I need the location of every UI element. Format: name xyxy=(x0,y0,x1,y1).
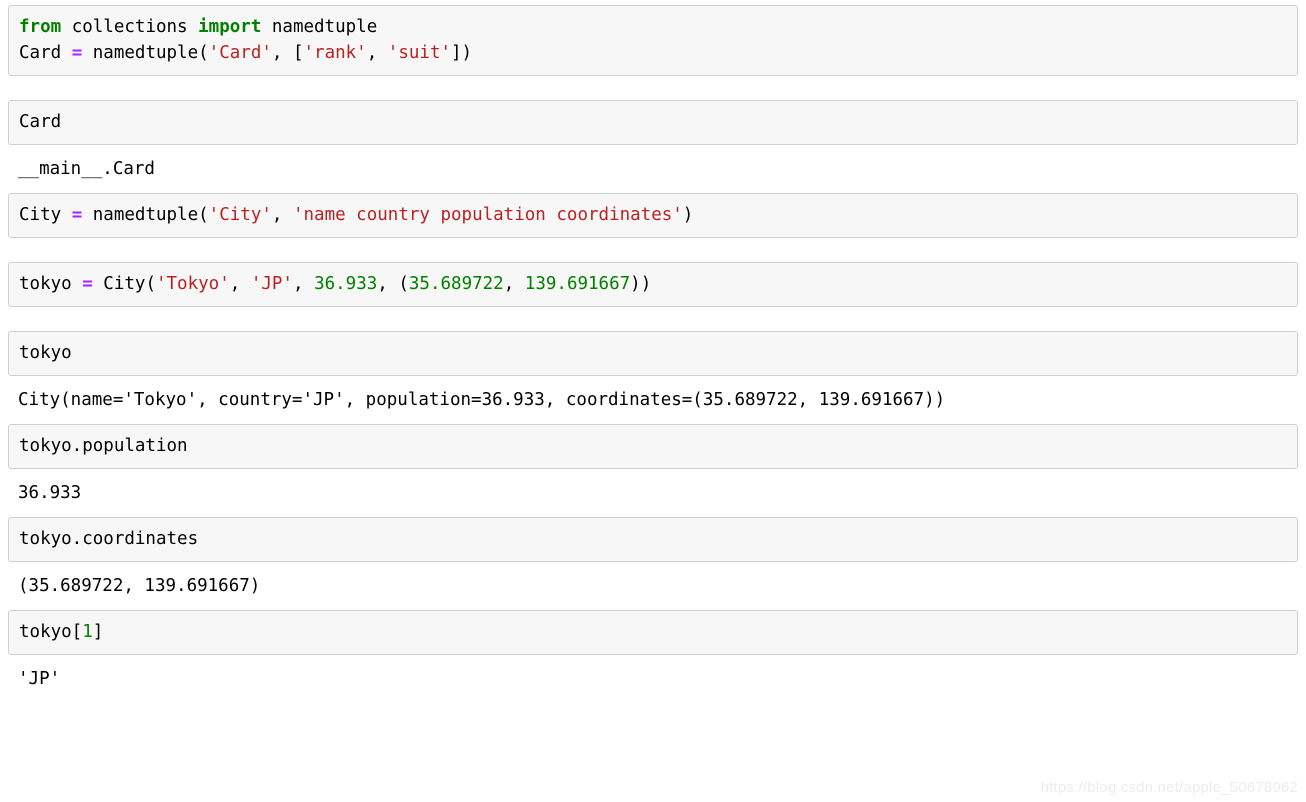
code-token: ] xyxy=(92,622,104,642)
code-token: City xyxy=(19,205,72,225)
code-token: 36.933 xyxy=(314,274,378,294)
code-token: , xyxy=(503,274,525,294)
code-output-area: __main__.Card xyxy=(8,145,1298,193)
code-output-area: (35.689722, 139.691667) xyxy=(8,562,1298,610)
notebook-container: from collections import namedtuple Card =… xyxy=(0,0,1306,703)
code-output-area: 36.933 xyxy=(8,469,1298,517)
code-token: tokyo.coordinates xyxy=(19,529,199,549)
notebook-cell: tokyo.coordinates (35.689722, 139.691667) xyxy=(0,517,1306,610)
code-output-area: City(name='Tokyo', country='JP', populat… xyxy=(8,376,1298,424)
code-input-cell[interactable]: City = namedtuple('City', 'name country … xyxy=(8,193,1298,238)
output-line: 36.933 xyxy=(18,483,82,503)
watermark-text: https://blog.csdn.net/apple_50678962 xyxy=(1040,779,1298,796)
output-line: 'JP' xyxy=(18,669,61,689)
code-token: City( xyxy=(92,274,156,294)
code-input-cell[interactable]: tokyo = City('Tokyo', 'JP', 36.933, (35.… xyxy=(8,262,1298,307)
code-token: Card xyxy=(19,43,72,63)
code-token: , xyxy=(292,274,315,294)
cell-spacer xyxy=(0,238,1306,262)
code-line: tokyo[1] xyxy=(19,619,1287,645)
code-token: 1 xyxy=(82,622,93,642)
code-token: namedtuple xyxy=(261,17,378,37)
code-token: 'JP' xyxy=(250,274,293,294)
code-input-cell[interactable]: tokyo.population xyxy=(8,424,1298,469)
code-line: from collections import namedtuple xyxy=(19,14,1287,40)
code-line: tokyo.population xyxy=(19,433,1287,459)
notebook-cell: from collections import namedtuple Card =… xyxy=(0,5,1306,100)
code-input-cell[interactable]: tokyo.coordinates xyxy=(8,517,1298,562)
output-line: City(name='Tokyo', country='JP', populat… xyxy=(18,390,946,410)
code-line: City = namedtuple('City', 'name country … xyxy=(19,202,1287,228)
code-token: 'suit' xyxy=(387,43,452,63)
code-token: )) xyxy=(630,274,652,294)
code-token: 35.689722 xyxy=(408,274,504,294)
code-token: 'Tokyo' xyxy=(155,274,230,294)
code-token: tokyo xyxy=(19,343,72,363)
notebook-cell: tokyo = City('Tokyo', 'JP', 36.933, (35.… xyxy=(0,262,1306,331)
code-line: Card xyxy=(19,109,1287,135)
code-token: , xyxy=(366,43,388,63)
code-line: tokyo = City('Tokyo', 'JP', 36.933, (35.… xyxy=(19,271,1287,297)
notebook-cell: Card __main__.Card xyxy=(0,100,1306,193)
code-token: tokyo xyxy=(19,274,83,294)
code-token: namedtuple( xyxy=(82,205,209,225)
output-line: (35.689722, 139.691667) xyxy=(18,576,261,596)
code-line: tokyo xyxy=(19,340,1287,366)
code-input-cell[interactable]: Card xyxy=(8,100,1298,145)
code-token: 139.691667 xyxy=(524,274,631,294)
code-token: tokyo[ xyxy=(19,622,83,642)
code-token: = xyxy=(71,43,83,63)
code-token: tokyo.population xyxy=(19,436,188,456)
code-token: 'name country population coordinates' xyxy=(292,205,683,225)
code-input-cell[interactable]: tokyo[1] xyxy=(8,610,1298,655)
code-token: 'rank' xyxy=(303,43,367,63)
code-token: , xyxy=(229,274,251,294)
code-token: 'Card' xyxy=(208,43,272,63)
code-input-cell[interactable]: tokyo xyxy=(8,331,1298,376)
output-line: __main__.Card xyxy=(18,159,155,179)
code-line: Card = namedtuple('Card', ['rank', 'suit… xyxy=(19,40,1287,66)
code-token: , ( xyxy=(377,274,409,294)
cell-spacer xyxy=(0,307,1306,331)
code-token: ]) xyxy=(451,43,473,63)
code-token: = xyxy=(82,274,93,294)
code-token: Card xyxy=(19,112,62,132)
code-line: tokyo.coordinates xyxy=(19,526,1287,552)
code-token: = xyxy=(71,205,83,225)
code-token: , [ xyxy=(271,43,304,63)
code-output-area: 'JP' xyxy=(8,655,1298,703)
code-token: 'City' xyxy=(208,205,272,225)
code-token: , xyxy=(271,205,293,225)
code-input-cell[interactable]: from collections import namedtuple Card =… xyxy=(8,5,1298,76)
code-token: namedtuple( xyxy=(82,43,209,63)
code-token: from xyxy=(19,17,62,37)
notebook-cell: tokyo.population 36.933 xyxy=(0,424,1306,517)
code-token: collections xyxy=(61,17,199,37)
notebook-cell: City = namedtuple('City', 'name country … xyxy=(0,193,1306,262)
notebook-cell: tokyo City(name='Tokyo', country='JP', po… xyxy=(0,331,1306,424)
code-token: ) xyxy=(682,205,694,225)
cell-spacer xyxy=(0,76,1306,100)
notebook-cell: tokyo[1] 'JP' xyxy=(0,610,1306,703)
code-token: import xyxy=(198,17,262,37)
